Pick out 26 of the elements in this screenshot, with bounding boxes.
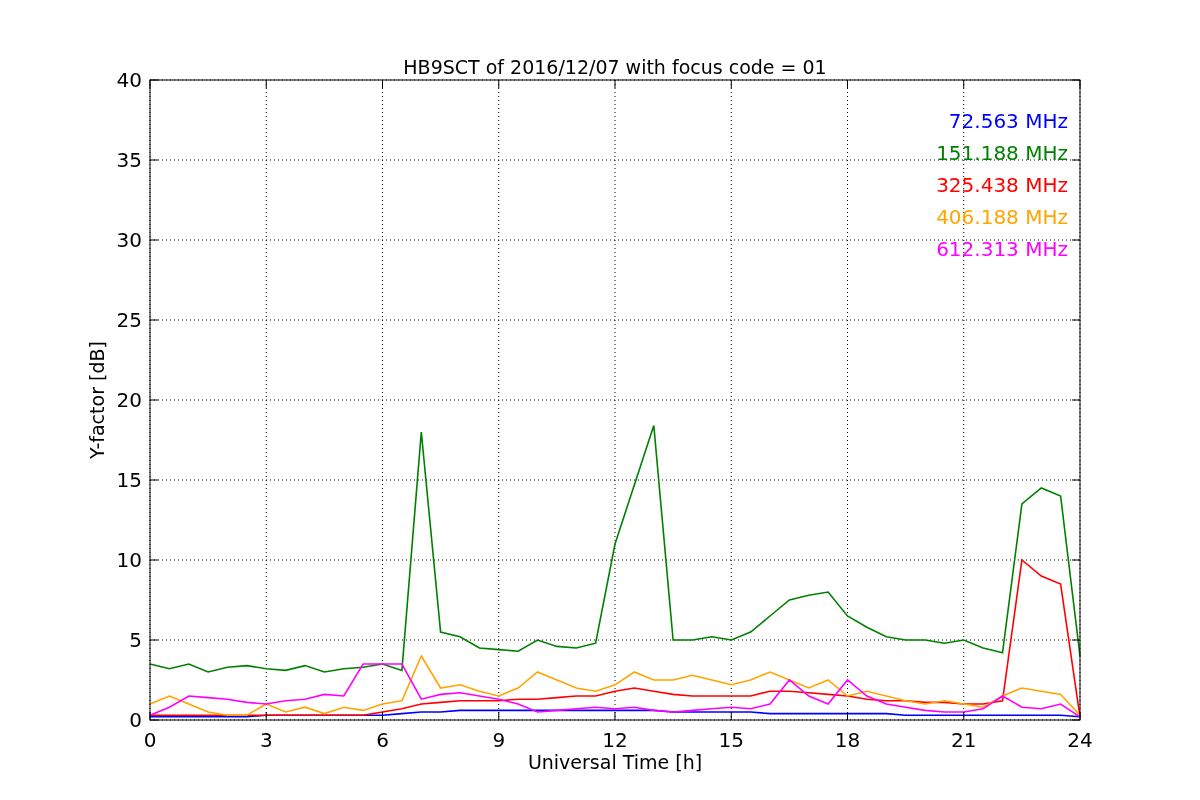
y-axis-label: Y-factor [dB] [86, 341, 108, 459]
tick-label: 0 [129, 708, 142, 732]
tick-label: 25 [116, 308, 142, 332]
legend-label: 151.188 MHz [936, 141, 1068, 165]
tick-label: 0 [143, 728, 157, 752]
tick-label: 5 [129, 628, 142, 652]
tick-label: 3 [259, 728, 273, 752]
x-axis-label: Universal Time [h] [527, 751, 703, 773]
tick-label: 35 [116, 148, 142, 172]
chart-title: HB9SCT of 2016/12/07 with focus code = 01 [403, 56, 827, 78]
tick-label: 9 [492, 728, 506, 752]
tick-label: 6 [376, 728, 389, 752]
tick-label: 30 [116, 228, 142, 252]
legend-label: 406.188 MHz [936, 205, 1068, 229]
tick-label: 18 [834, 728, 861, 752]
legend-label: 325.438 MHz [936, 173, 1068, 197]
legend-label: 612.313 MHz [936, 237, 1068, 261]
tick-label: 40 [116, 68, 142, 92]
tick-label: 10 [116, 548, 142, 572]
tick-label: 20 [116, 388, 142, 412]
tick-label: 21 [951, 728, 977, 752]
tick-label: 12 [602, 728, 628, 752]
tick-label: 24 [1067, 728, 1093, 752]
tick-label: 15 [718, 728, 744, 752]
tick-label: 15 [116, 468, 142, 492]
legend-label: 72.563 MHz [948, 109, 1068, 133]
